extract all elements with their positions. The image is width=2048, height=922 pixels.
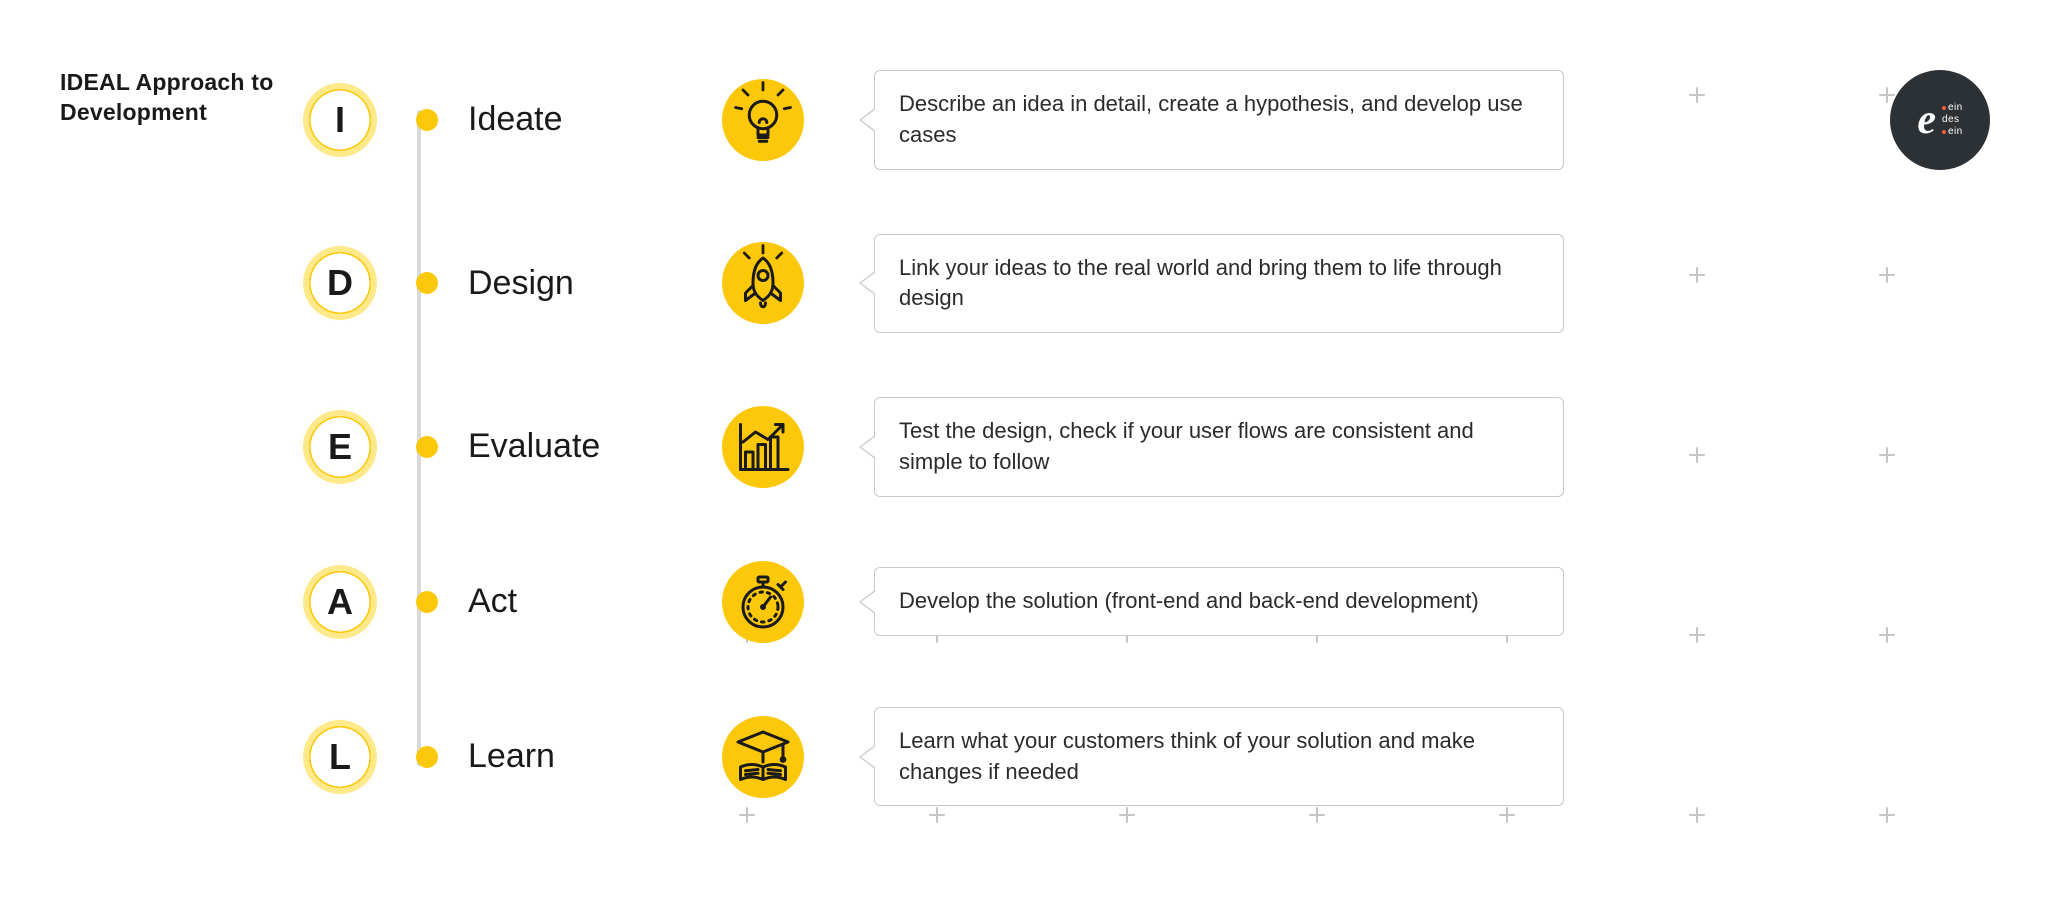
step-name: Evaluate <box>468 427 658 466</box>
step-evaluate: E Evaluate Test the design, check if you… <box>300 397 1988 497</box>
step-act: A Act Develop the solution (fro <box>300 561 1988 643</box>
analytics-chart-icon <box>722 406 804 488</box>
graduation-book-icon <box>722 716 804 798</box>
step-name: Ideate <box>468 100 658 139</box>
step-description: Develop the solution (front-end and back… <box>874 567 1564 636</box>
lightbulb-icon <box>722 79 804 161</box>
step-description: Describe an idea in detail, create a hyp… <box>874 70 1564 170</box>
stopwatch-icon <box>722 561 804 643</box>
timeline-node <box>416 272 438 294</box>
step-name: Act <box>468 582 658 621</box>
timeline-node <box>416 436 438 458</box>
step-description: Test the design, check if your user flow… <box>874 397 1564 497</box>
step-ideate: I Ideate <box>300 70 1988 170</box>
step-letter: D <box>300 243 380 323</box>
step-letter: I <box>300 80 380 160</box>
step-name: Learn <box>468 737 658 776</box>
step-description: Learn what your customers think of your … <box>874 707 1564 807</box>
step-design: D Design <box>300 234 1988 334</box>
timeline-node <box>416 109 438 131</box>
step-letter: L <box>300 717 380 797</box>
step-letter: A <box>300 562 380 642</box>
timeline-node <box>416 591 438 613</box>
timeline-rows: I Ideate <box>300 70 1988 806</box>
timeline-node <box>416 746 438 768</box>
step-letter: E <box>300 407 380 487</box>
page-title: IDEAL Approach to Development <box>60 68 320 128</box>
step-description: Link your ideas to the real world and br… <box>874 234 1564 334</box>
step-name: Design <box>468 264 658 303</box>
page: IDEAL Approach to Development e ein des … <box>0 0 2048 922</box>
step-learn: L Learn <box>300 707 1988 807</box>
rocket-icon <box>722 242 804 324</box>
ideal-diagram: I Ideate <box>300 70 1988 862</box>
